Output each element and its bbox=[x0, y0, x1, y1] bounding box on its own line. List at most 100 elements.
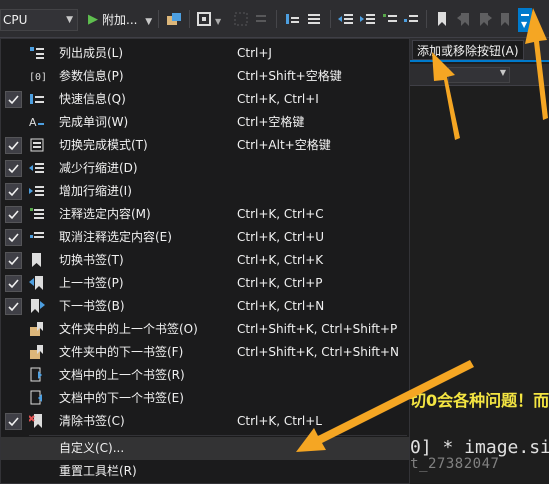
code-comment-fragment: 切0会各种问题！而 bbox=[410, 391, 549, 410]
menu-item[interactable]: 文档中的下一个书签(E) bbox=[1, 387, 409, 410]
menu-item[interactable]: 文件夹中的上一个书签(O) Ctrl+Shift+K, Ctrl+Shift+P bbox=[1, 318, 409, 341]
customize-bar-icon bbox=[521, 14, 529, 16]
menu-item[interactable]: [0] 参数信息(P) Ctrl+Shift+空格键 bbox=[1, 65, 409, 88]
platform-combo[interactable]: CPU ▼ bbox=[0, 9, 78, 31]
next-bookmark-folder-icon bbox=[29, 344, 45, 360]
menu-item-shortcut: Ctrl+Alt+空格键 bbox=[237, 138, 331, 152]
code-line-fragment: 0] * image.si bbox=[410, 437, 549, 458]
checkmark-icon[interactable] bbox=[5, 413, 22, 430]
bookmark-icon[interactable] bbox=[433, 10, 451, 28]
increase-indent-icon bbox=[29, 183, 45, 199]
menu-item[interactable]: 注释选定内容(M) Ctrl+K, Ctrl+C bbox=[1, 203, 409, 226]
breakpoint-icon[interactable] bbox=[195, 10, 213, 28]
menu-item[interactable]: 减少行缩进(D) bbox=[1, 157, 409, 180]
checkmark-icon[interactable] bbox=[5, 298, 22, 315]
decrease-indent-icon[interactable] bbox=[337, 10, 355, 28]
menu-item-label: 完成单词(W) bbox=[59, 115, 129, 129]
menu-item[interactable]: 清除书签(C) Ctrl+K, Ctrl+L bbox=[1, 410, 409, 433]
menu-item-label: 清除书签(C) bbox=[59, 414, 125, 428]
open-folder-icon[interactable] bbox=[165, 10, 183, 28]
menu-item[interactable]: 上一书签(P) Ctrl+K, Ctrl+P bbox=[1, 272, 409, 295]
menu-item-shortcut: Ctrl+K, Ctrl+L bbox=[237, 414, 322, 428]
dimmed-icon bbox=[232, 10, 250, 28]
clear-bookmarks-icon[interactable] bbox=[497, 10, 515, 28]
menu-item-shortcut: Ctrl+Shift+K, Ctrl+Shift+P bbox=[237, 322, 398, 336]
menu-item-label: 注释选定内容(M) bbox=[59, 207, 151, 221]
menu-item-shortcut: Ctrl+K, Ctrl+C bbox=[237, 207, 324, 221]
reset-toolbar-menu-item[interactable]: 重置工具栏(R) bbox=[1, 460, 409, 483]
complete-word-icon: A bbox=[29, 114, 45, 130]
parameter-info-icon: [0] bbox=[29, 68, 45, 84]
toggle-completion-icon bbox=[29, 137, 45, 153]
menu-item-shortcut: Ctrl+空格键 bbox=[237, 115, 305, 129]
checkmark-icon[interactable] bbox=[5, 252, 22, 269]
menu-item[interactable]: 切换书签(T) Ctrl+K, Ctrl+K bbox=[1, 249, 409, 272]
attach-label: 附加... bbox=[102, 13, 138, 27]
prev-bookmark-folder-icon bbox=[29, 321, 45, 337]
bookmark-icon bbox=[29, 252, 45, 268]
menu-item[interactable]: 文件夹中的下一书签(F) Ctrl+Shift+K, Ctrl+Shift+N bbox=[1, 341, 409, 364]
reset-toolbar-label: 重置工具栏(R) bbox=[59, 464, 137, 478]
menu-item[interactable]: 快速信息(Q) Ctrl+K, Ctrl+I bbox=[1, 88, 409, 111]
checkmark-icon[interactable] bbox=[5, 91, 22, 108]
menu-item[interactable]: 下一书签(B) Ctrl+K, Ctrl+N bbox=[1, 295, 409, 318]
menu-item-label: 快速信息(Q) bbox=[59, 92, 126, 106]
decrease-indent-icon bbox=[29, 160, 45, 176]
customize-dropdown-button[interactable]: ▼ bbox=[518, 8, 532, 32]
add-remove-buttons-menu: 列出成员(L) Ctrl+J [0] 参数信息(P) Ctrl+Shift+空格键快速信… bbox=[0, 38, 410, 484]
menu-item-label: 文档中的上一个书签(R) bbox=[59, 368, 185, 382]
quick-info-icon bbox=[29, 91, 45, 107]
checkmark-icon[interactable] bbox=[5, 183, 22, 200]
svg-text:A: A bbox=[29, 116, 37, 129]
clear-bookmarks-icon bbox=[29, 413, 45, 429]
list-members-icon bbox=[29, 45, 45, 61]
menu-item[interactable]: 切换完成模式(T) Ctrl+Alt+空格键 bbox=[1, 134, 409, 157]
comment-icon bbox=[29, 206, 45, 222]
menu-item-label: 文档中的下一个书签(E) bbox=[59, 391, 184, 405]
menu-item[interactable]: A 完成单词(W) Ctrl+空格键 bbox=[1, 111, 409, 134]
chevron-down-icon[interactable]: ▼ bbox=[215, 10, 233, 28]
menu-item-shortcut: Ctrl+K, Ctrl+I bbox=[237, 92, 319, 106]
svg-text:[0]: [0] bbox=[29, 72, 45, 83]
menu-item[interactable]: 取消注释选定内容(E) Ctrl+K, Ctrl+U bbox=[1, 226, 409, 249]
menu-item-shortcut: Ctrl+K, Ctrl+K bbox=[237, 253, 324, 267]
comment-icon[interactable] bbox=[381, 10, 399, 28]
increase-indent-icon[interactable] bbox=[359, 10, 377, 28]
prev-bookmark-doc-icon bbox=[29, 367, 45, 383]
checkmark-icon[interactable] bbox=[5, 160, 22, 177]
play-icon: ▶ bbox=[88, 12, 98, 27]
menu-item-label: 增加行缩进(I) bbox=[59, 184, 132, 198]
navigation-bar: ▼ bbox=[410, 64, 549, 86]
menu-item-shortcut: Ctrl+K, Ctrl+N bbox=[237, 299, 325, 313]
menu-item[interactable]: 列出成员(L) Ctrl+J bbox=[1, 42, 409, 65]
menu-item-label: 列出成员(L) bbox=[59, 46, 124, 60]
chevron-down-icon: ▼ bbox=[145, 17, 153, 27]
chevron-down-icon: ▼ bbox=[499, 68, 506, 77]
menu-item-label: 取消注释选定内容(E) bbox=[59, 230, 172, 244]
menu-item-label: 文件夹中的上一个书签(O) bbox=[59, 322, 198, 336]
menu-item-label: 文件夹中的下一书签(F) bbox=[59, 345, 184, 359]
toolbar-separator bbox=[330, 10, 331, 28]
menu-separator bbox=[29, 435, 407, 436]
customize-menu-item[interactable]: 自定义(C)... bbox=[1, 437, 409, 460]
checkmark-icon[interactable] bbox=[5, 275, 22, 292]
toolbar-separator bbox=[158, 10, 159, 28]
prev-bookmark-icon[interactable] bbox=[455, 10, 473, 28]
menu-item[interactable]: 增加行缩进(I) bbox=[1, 180, 409, 203]
attach-button[interactable]: ▶ 附加... ▼ bbox=[86, 9, 152, 31]
menu-item[interactable]: 文档中的上一个书签(R) bbox=[1, 364, 409, 387]
next-bookmark-icon[interactable] bbox=[476, 10, 494, 28]
uncomment-icon[interactable] bbox=[402, 10, 420, 28]
prev-bookmark-icon bbox=[29, 275, 45, 291]
menu-item-label: 参数信息(P) bbox=[59, 69, 124, 83]
menu-item-label: 上一书签(P) bbox=[59, 276, 124, 290]
checkmark-icon[interactable] bbox=[5, 206, 22, 223]
list-icon[interactable] bbox=[305, 10, 323, 28]
next-bookmark-doc-icon bbox=[29, 390, 45, 406]
navigation-dropdown[interactable]: ▼ bbox=[448, 67, 510, 83]
menu-item-shortcut: Ctrl+K, Ctrl+P bbox=[237, 276, 323, 290]
tooltip-add-remove-buttons: 添加或移除按钮(A) bbox=[412, 40, 524, 60]
checkmark-icon[interactable] bbox=[5, 137, 22, 154]
quick-info-icon[interactable] bbox=[283, 10, 301, 28]
checkmark-icon[interactable] bbox=[5, 229, 22, 246]
